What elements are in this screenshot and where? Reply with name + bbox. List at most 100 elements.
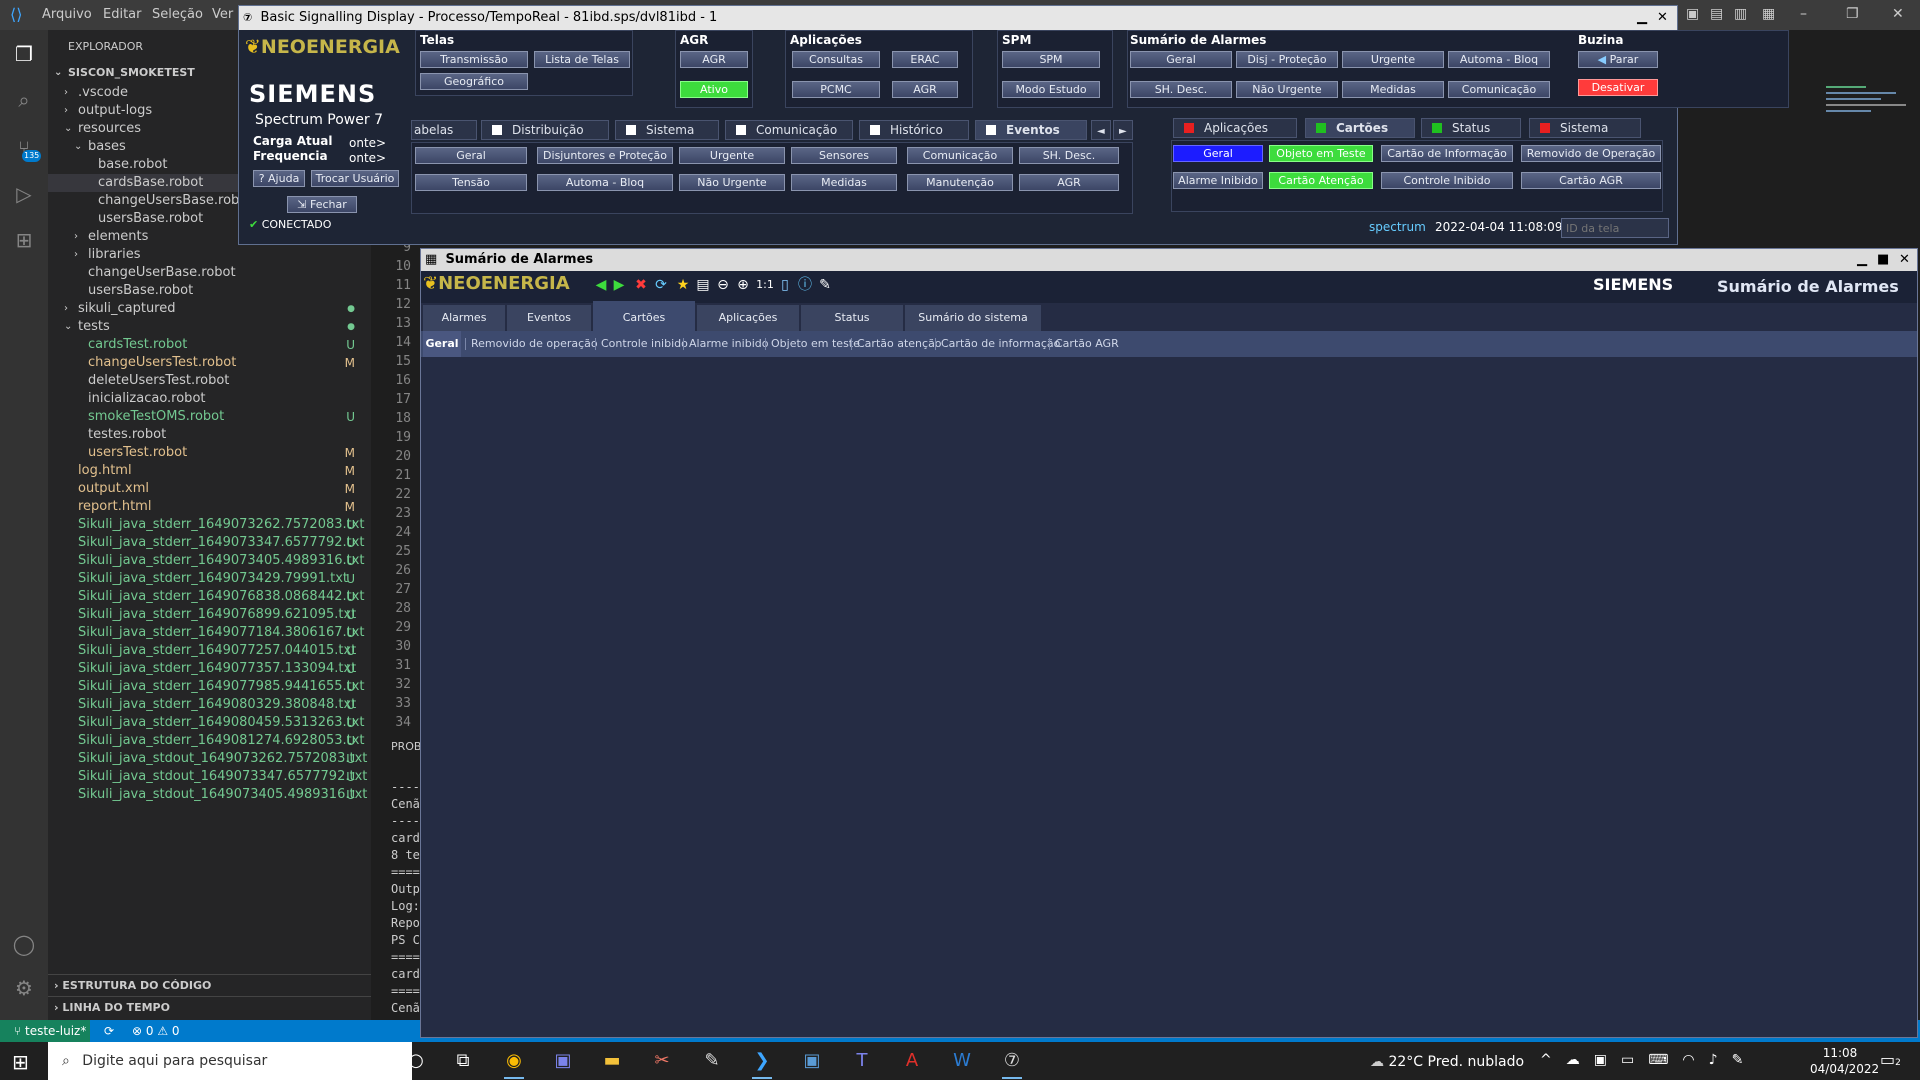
- stop-icon[interactable]: ✖: [633, 277, 649, 293]
- info-icon[interactable]: ⓘ: [797, 277, 813, 293]
- remote-desktop-icon[interactable]: ▣: [796, 1047, 828, 1075]
- file-explorer-icon[interactable]: ▬: [596, 1047, 628, 1075]
- panel-button[interactable]: Automa - Bloq: [537, 174, 673, 191]
- close-icon[interactable]: ✕: [1892, 6, 1904, 22]
- tab-status[interactable]: Status: [1421, 118, 1521, 138]
- buzina-desativar-button[interactable]: Desativar: [1578, 79, 1658, 96]
- favorite-star-icon[interactable]: ★: [675, 277, 691, 293]
- cartao-informacao-button[interactable]: Cartão de Informação: [1381, 145, 1513, 162]
- tab-eventos[interactable]: Eventos: [975, 120, 1087, 140]
- tab-alarmes[interactable]: Alarmes: [423, 305, 505, 331]
- tree-item[interactable]: Sikuli_java_stderr_1649081274.6928053.tx…: [48, 732, 371, 750]
- tree-item[interactable]: ⌄ tests ●: [48, 318, 371, 336]
- clipboard-icon[interactable]: ▯: [777, 277, 793, 293]
- word-icon[interactable]: W: [946, 1047, 978, 1075]
- tree-item[interactable]: Sikuli_java_stderr_1649073262.7572083.tx…: [48, 516, 371, 534]
- tree-item[interactable]: › libraries: [48, 246, 371, 264]
- tree-item[interactable]: Sikuli_java_stderr_1649077257.044015.txt…: [48, 642, 371, 660]
- tree-item[interactable]: Sikuli_java_stderr_1649077985.9441655.tx…: [48, 678, 371, 696]
- task-view-icon[interactable]: ⧉: [447, 1047, 479, 1075]
- tree-item[interactable]: Sikuli_java_stderr_1649076899.621095.txt…: [48, 606, 371, 624]
- subtab-cartao-atencao[interactable]: Cartão atenção: [857, 331, 942, 357]
- sum-medidas-button[interactable]: Medidas: [1342, 81, 1444, 98]
- tab-aplicacoes[interactable]: Aplicações: [1173, 118, 1297, 138]
- aplic-agr-button[interactable]: AGR: [892, 81, 958, 98]
- panel-button[interactable]: Tensão: [415, 174, 527, 191]
- zoom-reset-icon[interactable]: 1:1: [755, 277, 775, 293]
- panel-button[interactable]: Urgente: [679, 147, 785, 164]
- tree-item[interactable]: Sikuli_java_stdout_1649073405.4989316.tx…: [48, 786, 371, 804]
- sum-automa-bloq-button[interactable]: Automa - Bloq: [1448, 51, 1550, 68]
- tree-item[interactable]: report.html M: [48, 498, 371, 516]
- layout-panel-icon[interactable]: ▤: [1710, 6, 1723, 22]
- tree-item[interactable]: Sikuli_java_stderr_1649073405.4989316.tx…: [48, 552, 371, 570]
- problems-counter[interactable]: ⊗ 0 ⚠ 0: [132, 1020, 180, 1042]
- explorer-icon[interactable]: ❐: [10, 40, 38, 68]
- alarm-summary-titlebar[interactable]: ▦ Sumário de Alarmes ▁ ■ ✕: [421, 249, 1917, 271]
- sum-urgente-button[interactable]: Urgente: [1342, 51, 1444, 68]
- layout-icon[interactable]: ▣: [1686, 6, 1699, 22]
- restore-icon[interactable]: ❐: [1846, 6, 1859, 22]
- panel-button[interactable]: Comunicação: [907, 147, 1013, 164]
- notes-icon[interactable]: ✎: [817, 277, 833, 293]
- zoom-in-icon[interactable]: ⊕: [735, 277, 751, 293]
- tree-item[interactable]: Sikuli_java_stderr_1649080459.5313263.tx…: [48, 714, 371, 732]
- tree-item[interactable]: › sikuli_captured ●: [48, 300, 371, 318]
- clock[interactable]: 11:08 04/04/2022: [1810, 1045, 1879, 1077]
- subtab-objeto-teste[interactable]: Objeto em teste: [771, 331, 860, 357]
- agr-button[interactable]: AGR: [680, 51, 748, 68]
- tree-item[interactable]: cardsTest.robot U: [48, 336, 371, 354]
- zoom-out-icon[interactable]: ⊖: [715, 277, 731, 293]
- onedrive-icon[interactable]: ☁: [1566, 1052, 1594, 1068]
- export-icon[interactable]: ▤: [695, 277, 711, 293]
- tab-scroll-left-icon[interactable]: ◄: [1091, 120, 1111, 140]
- subtab-removido-operacao[interactable]: Removido de operação: [471, 331, 598, 357]
- close-app-button[interactable]: ⇲ Fechar: [287, 196, 357, 213]
- tab-cartoes[interactable]: Cartões: [1305, 118, 1415, 138]
- tab-distribuicao[interactable]: Distribuição: [481, 120, 609, 140]
- run-debug-icon[interactable]: ▷: [10, 180, 38, 208]
- aplic-pcmc-button[interactable]: PCMC: [792, 81, 880, 98]
- telas-geografico-button[interactable]: Geográfico: [420, 73, 528, 90]
- section-code-structure[interactable]: › ESTRUTURA DO CÓDIGO: [48, 974, 371, 996]
- tree-item[interactable]: Sikuli_java_stderr_1649077357.133094.txt…: [48, 660, 371, 678]
- acrobat-icon[interactable]: A: [896, 1047, 928, 1075]
- tab-scroll-right-icon[interactable]: ►: [1113, 120, 1133, 140]
- chrome-icon[interactable]: ◉: [498, 1047, 530, 1079]
- minimize-icon[interactable]: ▁: [1637, 6, 1647, 30]
- telas-lista-button[interactable]: Lista de Telas: [534, 51, 630, 68]
- minimize-icon[interactable]: ▁: [1857, 249, 1867, 271]
- cartao-agr-button[interactable]: Cartão AGR: [1521, 172, 1661, 189]
- forward-arrow-icon[interactable]: ▶: [611, 277, 627, 293]
- tree-item[interactable]: testes.robot: [48, 426, 371, 444]
- teams-classic-icon[interactable]: ▣: [547, 1047, 579, 1075]
- windows-start-icon[interactable]: ⊞: [12, 1050, 29, 1074]
- tab-comunicacao[interactable]: Comunicação: [725, 120, 853, 140]
- aplic-erac-button[interactable]: ERAC: [892, 51, 958, 68]
- panel-button[interactable]: Geral: [415, 147, 527, 164]
- tree-item[interactable]: Sikuli_java_stderr_1649080329.380848.txt…: [48, 696, 371, 714]
- panel-button[interactable]: SH. Desc.: [1019, 147, 1119, 164]
- tab-status[interactable]: Status: [801, 305, 903, 331]
- tab-aplicacoes[interactable]: Aplicações: [697, 305, 799, 331]
- sync-icon[interactable]: ⟳: [104, 1020, 114, 1042]
- snipping-tool-icon[interactable]: ✂: [646, 1047, 678, 1075]
- cartao-atencao-button[interactable]: Cartão Atenção: [1269, 172, 1373, 189]
- tree-item[interactable]: usersTest.robot M: [48, 444, 371, 462]
- maximize-icon[interactable]: ■: [1877, 249, 1889, 271]
- layout-sidebar-icon[interactable]: ▥: [1734, 6, 1747, 22]
- wifi-icon[interactable]: ◠: [1682, 1052, 1708, 1068]
- cortana-icon[interactable]: ○: [400, 1047, 432, 1075]
- refresh-icon[interactable]: ⟳: [653, 277, 669, 293]
- tree-item[interactable]: smokeTestOMS.robot U: [48, 408, 371, 426]
- alarme-inibido-button[interactable]: Alarme Inibido: [1173, 172, 1263, 189]
- section-timeline[interactable]: › LINHA DO TEMPO: [48, 996, 371, 1018]
- menu-selecao[interactable]: Seleção: [152, 7, 203, 22]
- subtab-cartao-informacao[interactable]: Cartão de informação: [941, 331, 1060, 357]
- close-icon[interactable]: ✕: [1899, 249, 1910, 271]
- spm-button[interactable]: SPM: [1002, 51, 1100, 68]
- removido-operacao-button[interactable]: Removido de Operação: [1521, 145, 1661, 162]
- panel-button[interactable]: Não Urgente: [679, 174, 785, 191]
- panel-button[interactable]: Medidas: [791, 174, 897, 191]
- menu-ver[interactable]: Ver: [212, 7, 233, 22]
